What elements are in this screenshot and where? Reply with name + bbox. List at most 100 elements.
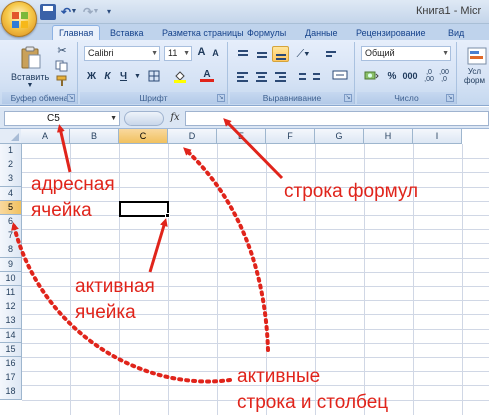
tab-formulas[interactable]: Формулы [247,26,286,40]
borders-icon [148,70,160,82]
align-bottom-button[interactable] [272,46,289,62]
gridline-horizontal [22,342,489,344]
gridline-horizontal [22,215,489,216]
number-format-select[interactable]: Общий ▼ [361,46,451,61]
number-launcher-icon[interactable]: ↘ [446,94,454,102]
paste-dropdown-icon: ▼ [26,82,34,89]
wrap-text-button[interactable] [322,46,339,62]
undo-dropdown-icon[interactable]: ▼ [70,4,78,20]
grow-font-button[interactable]: A [195,45,208,61]
align-middle-button[interactable] [253,46,270,62]
font-name-select[interactable]: Calibri ▼ [84,46,160,61]
annotation-active-row-col-line2: строка и столбец [237,392,389,413]
column-header-e[interactable]: E [217,129,266,144]
font-color-button[interactable]: A [196,68,218,84]
align-center-button[interactable] [253,68,270,84]
row-header-3[interactable]: 3 [0,172,22,188]
clipboard-group: Вставить ▼ ✂ Буфер обмена ↘ [2,42,78,104]
align-top-button[interactable] [234,46,251,62]
conditional-formatting-label: Усл форм [464,67,485,85]
percent-button[interactable]: % [385,68,399,84]
row-header-8[interactable]: 8 [0,243,22,259]
row-header-5[interactable]: 5 [0,200,22,216]
cut-icon[interactable]: ✂ [54,44,70,58]
decrease-decimal-icon[interactable]: ,00,0 [437,68,451,84]
increase-decimal-icon[interactable]: ,0,00 [422,68,436,84]
row-header-15[interactable]: 15 [0,342,22,358]
borders-button[interactable] [144,68,164,84]
formula-input[interactable] [185,111,489,126]
italic-button[interactable]: К [100,68,115,84]
row-header-16[interactable]: 16 [0,357,22,372]
tab-page-layout[interactable]: Разметка страницы [162,26,244,40]
office-button[interactable] [1,1,37,37]
align-left-button[interactable] [234,68,251,84]
chevron-down-icon[interactable]: ▼ [110,112,117,125]
row-header-17[interactable]: 17 [0,371,22,386]
clipboard-group-label: Буфер обмена [2,92,77,104]
column-header-h[interactable]: H [364,129,413,144]
paste-label: Вставить [11,72,50,82]
fill-handle[interactable] [165,213,170,218]
tab-home[interactable]: Главная [52,25,101,41]
name-box[interactable]: C5 ▼ [4,111,120,126]
fill-color-button[interactable] [170,68,190,84]
currency-button[interactable] [361,68,383,84]
increase-indent-button[interactable] [310,68,327,84]
gridline-vertical [168,144,169,415]
column-header-f[interactable]: F [266,129,315,144]
formula-bar-splitter[interactable] [124,111,164,126]
row-header-2[interactable]: 2 [0,158,22,173]
row-header-7[interactable]: 7 [0,229,22,244]
tab-review[interactable]: Рецензирование [356,26,426,40]
underline-button[interactable]: Ч [116,68,131,84]
gridline-horizontal [22,257,489,259]
merge-center-button[interactable] [330,68,350,84]
tab-insert[interactable]: Вставка [110,26,143,40]
active-cell[interactable] [119,200,169,217]
insert-function-icon[interactable]: fx [167,111,183,126]
format-painter-icon[interactable] [54,74,70,88]
bold-button[interactable]: Ж [84,68,99,84]
row-header-9[interactable]: 9 [0,257,22,273]
clipboard-launcher-icon[interactable]: ↘ [67,94,75,102]
font-size-select[interactable]: 11 ▼ [164,46,192,61]
row-header-12[interactable]: 12 [0,300,22,315]
customize-toolbar-icon[interactable]: ▾ [104,4,114,20]
column-header-g[interactable]: G [315,129,364,144]
annotation-formula-bar: строка формул [284,181,419,202]
alignment-group-label: Выравнивание [230,92,354,104]
column-header-a[interactable]: A [21,129,70,144]
select-all-button[interactable] [0,129,22,144]
row-header-10[interactable]: 10 [0,271,22,287]
column-header-d[interactable]: D [168,129,217,144]
column-header-c[interactable]: C [119,129,168,144]
row-header-14[interactable]: 14 [0,328,22,344]
underline-dropdown-icon[interactable]: ▼ [133,69,141,83]
column-header-b[interactable]: B [70,129,119,144]
row-header-13[interactable]: 13 [0,314,22,330]
tab-view[interactable]: Вид [448,26,464,40]
redo-dropdown-icon[interactable]: ▼ [92,4,100,20]
conditional-formatting-button[interactable]: Усл форм [463,44,489,88]
chevron-down-icon: ▼ [183,50,190,57]
copy-icon[interactable] [54,59,70,73]
decrease-indent-button[interactable] [292,68,309,84]
font-launcher-icon[interactable]: ↘ [217,94,225,102]
save-icon[interactable] [40,4,56,20]
row-header-11[interactable]: 11 [0,286,22,301]
row-header-6[interactable]: 6 [0,215,22,230]
tab-data[interactable]: Данные [305,26,338,40]
align-right-button[interactable] [272,68,289,84]
shrink-font-button[interactable]: A [209,47,222,61]
column-header-i[interactable]: I [413,129,462,144]
annotation-address-cell-line2: ячейка [31,200,92,221]
row-header-18[interactable]: 18 [0,385,22,401]
row-header-1[interactable]: 1 [0,144,22,159]
conditional-formatting-icon [467,47,487,65]
paste-button[interactable]: Вставить ▼ [10,43,50,89]
row-header-4[interactable]: 4 [0,186,22,202]
alignment-launcher-icon[interactable]: ↘ [344,94,352,102]
thousands-button[interactable]: 000 [400,68,420,84]
orientation-button[interactable]: ⟋▾ [292,46,314,62]
